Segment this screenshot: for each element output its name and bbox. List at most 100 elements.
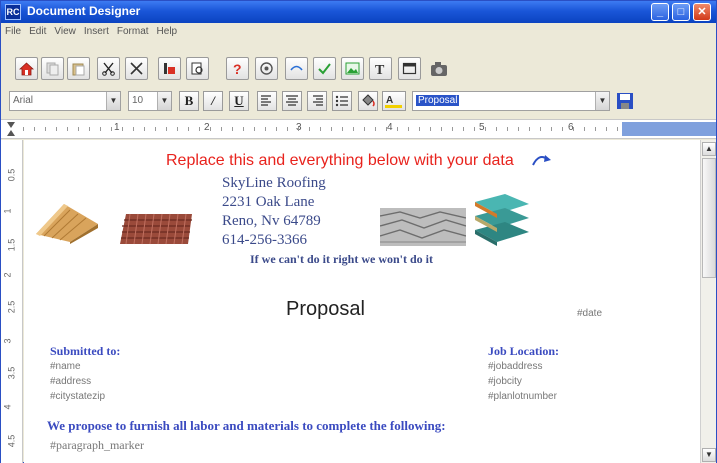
- submitted-to-heading[interactable]: Submitted to:: [50, 344, 120, 359]
- frame-button[interactable]: [398, 57, 421, 80]
- paste-button[interactable]: [67, 57, 90, 80]
- lumber-image[interactable]: [34, 198, 100, 244]
- ruler-tick: [496, 127, 497, 131]
- find-button[interactable]: [186, 57, 209, 80]
- copy-button[interactable]: [41, 57, 64, 80]
- vertical-scrollbar[interactable]: ▲ ▼: [700, 140, 716, 463]
- scroll-thumb[interactable]: [702, 158, 716, 278]
- scroll-up-icon[interactable]: ▲: [702, 142, 716, 156]
- address-field: #address: [50, 376, 92, 387]
- horizontal-ruler[interactable]: 1 2 3 4 5 6: [1, 119, 716, 139]
- chevron-down-icon: ▼: [157, 92, 171, 110]
- ruler-tick: [56, 127, 57, 131]
- ruler-tick: [320, 127, 321, 131]
- bullet-list-button[interactable]: [332, 91, 352, 111]
- ruler-tick: [45, 127, 46, 131]
- company-city: Reno, Nv 64789: [222, 213, 321, 229]
- metal-roof-image[interactable]: [471, 192, 531, 250]
- indent-marker-icon[interactable]: [7, 122, 15, 136]
- save-button[interactable]: [615, 91, 635, 111]
- print-button[interactable]: [255, 57, 278, 80]
- font-family-select[interactable]: Arial ▼: [9, 91, 121, 111]
- svg-text:A: A: [386, 95, 393, 106]
- ruler-number: 5: [479, 122, 485, 133]
- home-button[interactable]: [15, 57, 38, 80]
- clay-tile-image[interactable]: [118, 212, 196, 246]
- menu-edit[interactable]: Edit: [25, 23, 50, 37]
- ruler-number: 3: [2, 338, 13, 344]
- camera-button[interactable]: [429, 59, 451, 79]
- font-size-select[interactable]: 10 ▼: [128, 91, 172, 111]
- check-button[interactable]: [313, 57, 336, 80]
- ruler-tick: [386, 127, 387, 131]
- proposal-title[interactable]: Proposal: [286, 298, 365, 321]
- underline-button[interactable]: U: [229, 91, 249, 111]
- menu-insert[interactable]: Insert: [80, 23, 113, 37]
- minimize-icon: _: [656, 6, 664, 18]
- menu-format[interactable]: Format: [113, 23, 153, 37]
- ruler-tick: [485, 127, 486, 131]
- delete-icon: [130, 62, 143, 75]
- text-button[interactable]: T: [369, 57, 392, 80]
- align-left-button[interactable]: [257, 91, 277, 111]
- link-icon: [290, 65, 303, 71]
- ruler-tick: [617, 127, 618, 131]
- shingle-image[interactable]: [380, 208, 466, 246]
- minimize-button[interactable]: _: [651, 3, 669, 21]
- menu-help[interactable]: Help: [153, 23, 182, 37]
- replace-instruction[interactable]: Replace this and everything below with y…: [166, 152, 514, 170]
- ruler-tick: [254, 127, 255, 131]
- company-name: SkyLine Roofing: [222, 175, 326, 191]
- curved-arrow-icon: [532, 155, 551, 166]
- bullet-list-icon: [335, 95, 348, 107]
- svg-text:T: T: [375, 63, 385, 76]
- date-field[interactable]: #date: [577, 308, 602, 319]
- menu-view[interactable]: View: [50, 23, 80, 37]
- ruler-tick: [177, 127, 178, 131]
- fill-color-button[interactable]: [358, 91, 378, 111]
- home-icon: [19, 62, 34, 76]
- ruler-tick: [463, 127, 464, 131]
- ruler-number: 2: [2, 272, 13, 278]
- image-button[interactable]: [341, 57, 364, 80]
- document-canvas[interactable]: Replace this and everything below with y…: [24, 140, 700, 463]
- ruler-tick: [243, 127, 244, 131]
- jobaddress-field: #jobaddress: [488, 361, 543, 372]
- scroll-down-icon[interactable]: ▼: [702, 448, 716, 462]
- company-block[interactable]: SkyLine Roofing 2231 Oak Lane Reno, Nv 6…: [222, 174, 326, 250]
- proposal-statement[interactable]: We propose to furnish all labor and mate…: [47, 418, 446, 434]
- app-window: RC Document Designer _ □ ✕ File Edit View I…: [0, 0, 717, 463]
- ruler-tick: [199, 127, 200, 131]
- ruler-tick: [89, 127, 90, 131]
- svg-text:?: ?: [233, 61, 242, 76]
- cut-button[interactable]: [97, 57, 120, 80]
- align-right-button[interactable]: [307, 91, 327, 111]
- ruler-tick: [298, 127, 299, 131]
- text-icon: T: [375, 63, 385, 76]
- ruler-number: 1: [114, 122, 120, 133]
- submitted-to-fields[interactable]: #name #address #citystatezip: [50, 359, 105, 404]
- ruler-tick: [78, 127, 79, 131]
- style-select[interactable]: Proposal ▼: [412, 91, 610, 111]
- ruler-tick: [155, 127, 156, 131]
- paragraph-marker[interactable]: #paragraph_marker: [50, 438, 144, 453]
- bold-button[interactable]: B: [179, 91, 199, 111]
- ruler-tick: [529, 127, 530, 131]
- delete-button[interactable]: [125, 57, 148, 80]
- title-bar[interactable]: RC Document Designer _ □ ✕: [1, 1, 716, 23]
- menu-bar: File Edit View Insert Format Help: [1, 23, 716, 41]
- italic-button[interactable]: /: [203, 91, 223, 111]
- company-slogan[interactable]: If we can't do it right we won't do it: [250, 252, 433, 267]
- link-button[interactable]: [285, 57, 308, 80]
- job-location-fields[interactable]: #jobaddress #jobcity #planlotnumber: [488, 359, 557, 404]
- menu-file[interactable]: File: [1, 23, 25, 37]
- close-button[interactable]: ✕: [693, 3, 711, 21]
- close-icon: ✕: [697, 6, 707, 18]
- help-button[interactable]: ?: [226, 57, 249, 80]
- insert-field-button[interactable]: [158, 57, 181, 80]
- insert-field-icon: [164, 63, 175, 74]
- maximize-button[interactable]: □: [672, 3, 690, 21]
- align-center-button[interactable]: [282, 91, 302, 111]
- text-color-button[interactable]: A: [382, 91, 406, 111]
- job-location-heading[interactable]: Job Location:: [488, 344, 559, 359]
